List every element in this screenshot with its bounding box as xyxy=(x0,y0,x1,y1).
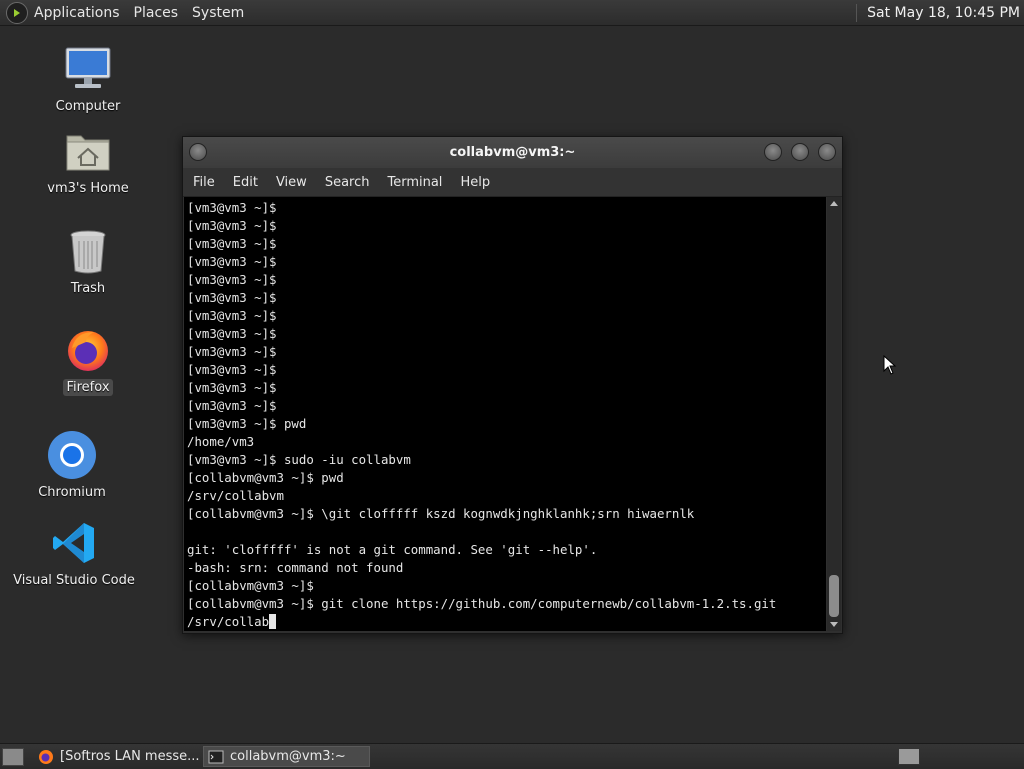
terminal-line: [vm3@vm3 ~]$ sudo -iu collabvm xyxy=(187,452,411,467)
menu-terminal[interactable]: Terminal xyxy=(387,175,442,190)
workspace-switcher[interactable] xyxy=(898,748,920,765)
terminal-line: [vm3@vm3 ~]$ pwd xyxy=(187,416,307,431)
distro-logo-icon[interactable] xyxy=(6,1,28,24)
menu-search[interactable]: Search xyxy=(325,175,370,190)
terminal-line: [vm3@vm3 ~]$ xyxy=(187,218,277,233)
desktop-icon-firefox[interactable]: Firefox xyxy=(23,325,153,396)
terminal-line: /srv/collabvm xyxy=(187,488,284,503)
terminal-line-text: /srv/collab xyxy=(187,614,270,629)
scroll-down-arrow-icon[interactable] xyxy=(830,622,838,627)
clock[interactable]: Sat May 18, 10:45 PM xyxy=(867,5,1020,21)
desktop-icon-chromium[interactable]: Chromium xyxy=(7,430,137,501)
vscode-icon xyxy=(49,518,99,568)
menu-file[interactable]: File xyxy=(193,175,215,190)
terminal-line: [vm3@vm3 ~]$ xyxy=(187,200,277,215)
terminal-icon xyxy=(208,750,224,763)
terminal-titlebar[interactable]: collabvm@vm3:~ xyxy=(183,137,842,168)
menu-places[interactable]: Places xyxy=(134,5,179,21)
terminal-menubar: File Edit View Search Terminal Help xyxy=(183,168,842,197)
terminal-line: [vm3@vm3 ~]$ xyxy=(187,272,277,287)
show-desktop-icon[interactable] xyxy=(2,748,24,766)
maximize-button[interactable] xyxy=(791,143,809,161)
menu-applications[interactable]: Applications xyxy=(34,5,120,21)
mouse-pointer-icon xyxy=(883,354,897,379)
terminal-line: [collabvm@vm3 ~]$ pwd xyxy=(187,470,344,485)
menu-help[interactable]: Help xyxy=(460,175,490,190)
minimize-button[interactable] xyxy=(764,143,782,161)
desktop-icon-home[interactable]: vm3's Home xyxy=(23,126,153,197)
taskbar-item-label: collabvm@vm3:~ xyxy=(230,749,346,764)
scrollbar-thumb[interactable] xyxy=(829,575,839,617)
window-menu-button[interactable] xyxy=(189,143,207,161)
taskbar-item-terminal[interactable]: collabvm@vm3:~ xyxy=(203,746,370,767)
terminal-line: [vm3@vm3 ~]$ xyxy=(187,398,277,413)
desktop-icon-label: Visual Studio Code xyxy=(13,573,135,588)
firefox-icon xyxy=(39,749,53,764)
terminal-line: [vm3@vm3 ~]$ xyxy=(187,254,277,269)
terminal-line: [vm3@vm3 ~]$ xyxy=(187,236,277,251)
terminal-line: [vm3@vm3 ~]$ xyxy=(187,290,277,305)
trash-icon xyxy=(63,226,113,276)
desktop-icon-label: Computer xyxy=(55,99,121,114)
desktop-icon-label: Chromium xyxy=(38,485,106,500)
terminal-input-line[interactable]: /srv/collab xyxy=(187,613,826,631)
terminal-scrollbar[interactable] xyxy=(827,197,841,631)
taskbar-item-softros[interactable]: [Softros LAN messe... xyxy=(34,746,200,767)
terminal-line: git: 'clofffff' is not a git command. Se… xyxy=(187,542,598,557)
menu-edit[interactable]: Edit xyxy=(233,175,258,190)
menu-view[interactable]: View xyxy=(276,175,307,190)
close-button[interactable] xyxy=(818,143,836,161)
desktop-icon-label: vm3's Home xyxy=(47,181,129,196)
panel-separator xyxy=(856,3,859,22)
chromium-icon xyxy=(47,430,97,480)
terminal-window[interactable]: collabvm@vm3:~ File Edit View Search Ter… xyxy=(182,136,843,634)
terminal-line: [vm3@vm3 ~]$ xyxy=(187,380,277,395)
terminal-line: [collabvm@vm3 ~]$ \git clofffff kszd kog… xyxy=(187,506,695,521)
desktop-icon-vscode[interactable]: Visual Studio Code xyxy=(9,518,139,589)
text-cursor xyxy=(269,614,277,629)
firefox-icon xyxy=(63,325,113,375)
home-folder-icon xyxy=(63,126,113,176)
terminal-line: [collabvm@vm3 ~]$ git clone https://gith… xyxy=(187,596,777,611)
desktop-icon-label: Trash xyxy=(70,281,106,296)
terminal-line: [vm3@vm3 ~]$ xyxy=(187,308,277,323)
terminal-line: /home/vm3 xyxy=(187,434,255,449)
bottom-taskbar: [Softros LAN messe... collabvm@vm3:~ xyxy=(0,743,1024,769)
terminal-line: [vm3@vm3 ~]$ xyxy=(187,362,277,377)
menu-system[interactable]: System xyxy=(192,5,244,21)
computer-icon xyxy=(63,44,113,94)
terminal-line: [vm3@vm3 ~]$ xyxy=(187,344,277,359)
terminal-line: [vm3@vm3 ~]$ xyxy=(187,326,277,341)
window-title: collabvm@vm3:~ xyxy=(449,145,576,160)
top-panel: Applications Places System Sat May 18, 1… xyxy=(0,0,1024,26)
desktop-icon-trash[interactable]: Trash xyxy=(23,226,153,297)
terminal-line: [collabvm@vm3 ~]$ xyxy=(187,578,314,593)
desktop-icon-computer[interactable]: Computer xyxy=(23,44,153,115)
taskbar-item-label: [Softros LAN messe... xyxy=(60,749,200,764)
scroll-up-arrow-icon[interactable] xyxy=(830,201,838,206)
terminal-line: -bash: srn: command not found xyxy=(187,560,404,575)
terminal-output[interactable]: [vm3@vm3 ~]$ [vm3@vm3 ~]$ [vm3@vm3 ~]$ [… xyxy=(184,197,826,631)
desktop-icon-label: Firefox xyxy=(63,379,113,396)
